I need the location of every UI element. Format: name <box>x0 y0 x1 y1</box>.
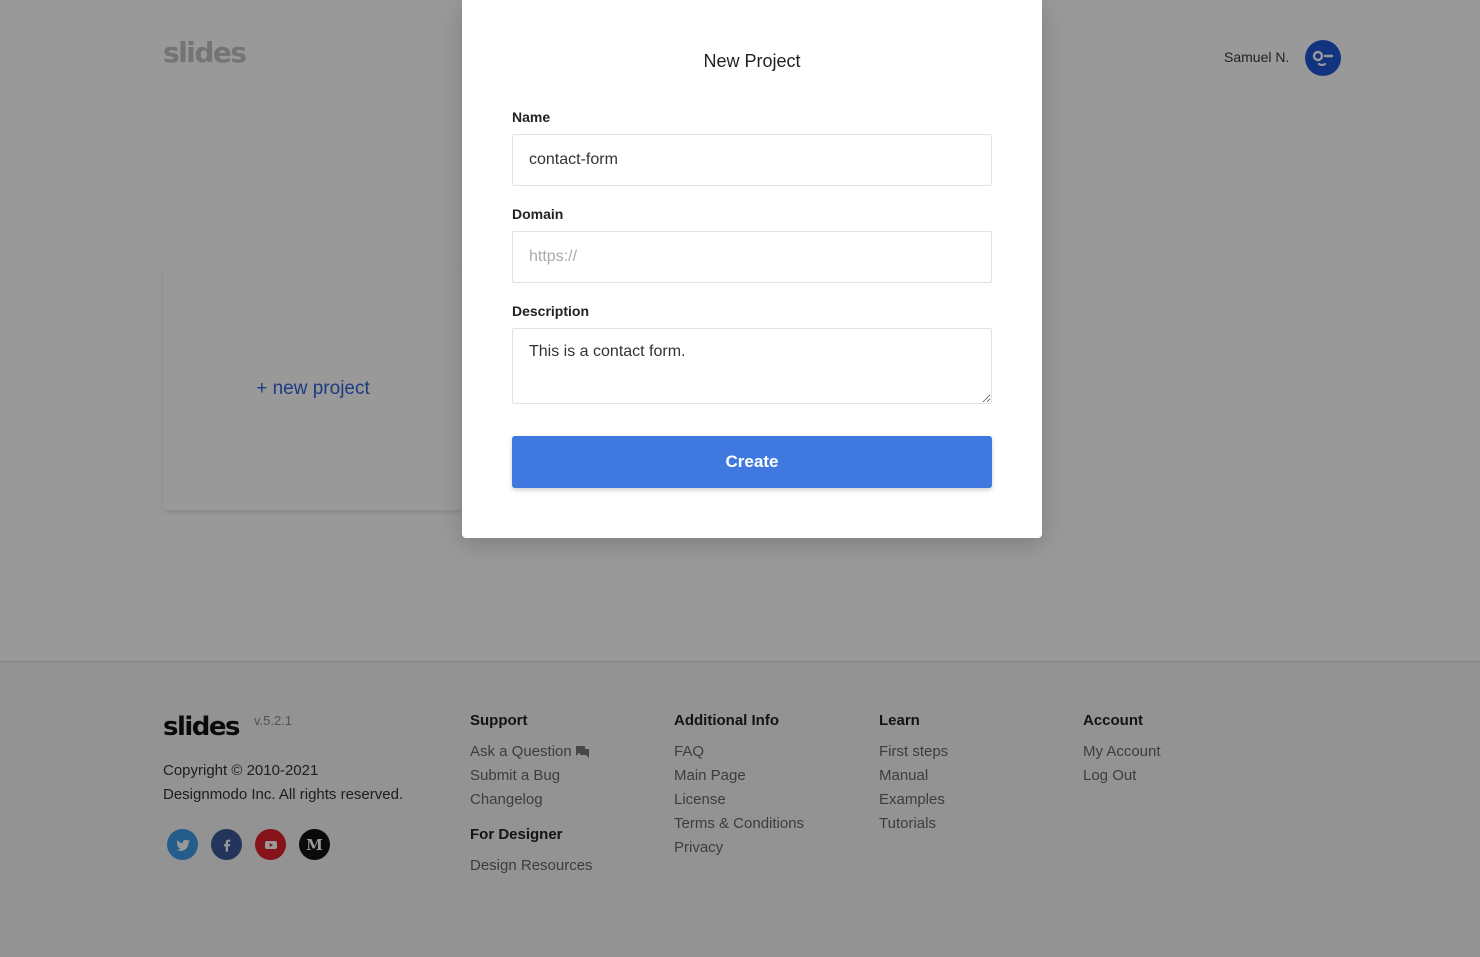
description-textarea[interactable]: This is a contact form. <box>512 328 992 404</box>
new-project-modal: New Project Name Domain Description This… <box>462 0 1042 538</box>
domain-input[interactable] <box>512 231 992 283</box>
create-button[interactable]: Create <box>512 436 992 488</box>
description-label: Description <box>512 303 590 319</box>
domain-label: Domain <box>512 206 564 222</box>
name-input[interactable] <box>512 134 992 186</box>
modal-title: New Project <box>703 51 801 71</box>
name-label: Name <box>512 109 551 125</box>
